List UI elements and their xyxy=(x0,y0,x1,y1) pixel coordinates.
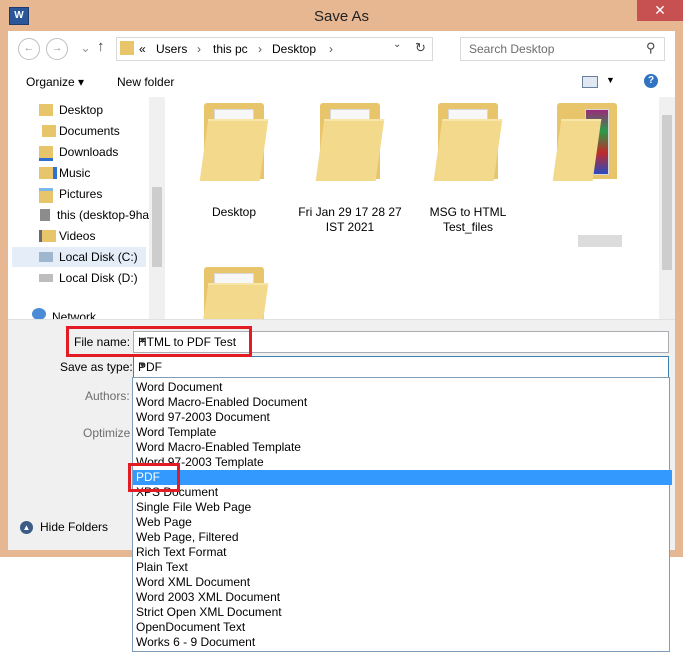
sidebar-item-label: Music xyxy=(59,166,91,180)
folder-icon xyxy=(120,41,134,55)
folder-item[interactable] xyxy=(192,103,276,183)
sidebar-item-local-disk-d[interactable]: Local Disk (D:) xyxy=(12,268,146,288)
dropdown-option[interactable]: Web Page, Filtered xyxy=(133,530,672,545)
window-title: Save As xyxy=(313,8,370,25)
sidebar-item-downloads[interactable]: Downloads xyxy=(12,142,146,162)
hide-folders-button[interactable]: Hide Folders xyxy=(40,520,108,534)
sidebar-item-label: Desktop xyxy=(59,103,104,117)
sidebar-item-desktop[interactable]: Desktop xyxy=(12,100,146,120)
breadcrumb-separator: › xyxy=(258,42,262,56)
authors-label: Authors: xyxy=(85,389,130,403)
blurred-folder-label xyxy=(578,235,622,247)
new-folder-button[interactable]: New folder xyxy=(117,75,174,89)
folder-item[interactable] xyxy=(426,103,510,183)
folder-item[interactable] xyxy=(545,103,629,183)
save-as-type-select[interactable]: PDF ▼ xyxy=(133,356,669,378)
dropdown-option[interactable]: Word 2003 XML Document xyxy=(133,590,672,605)
dropdown-option[interactable]: Plain Text xyxy=(133,560,672,575)
documents-icon xyxy=(39,125,56,137)
back-button[interactable]: ← xyxy=(18,38,40,60)
dropdown-option[interactable]: Word 97-2003 Template xyxy=(133,455,672,470)
sidebar-item-label: Local Disk (D:) xyxy=(59,271,138,285)
network-icon xyxy=(32,308,46,319)
downloads-icon xyxy=(39,146,53,161)
search-input[interactable]: Search Desktop ⚲ xyxy=(460,37,665,61)
dropdown-option[interactable]: Word Macro-Enabled Document xyxy=(133,395,672,410)
folder-content-view: Desktop Fri Jan 29 17 28 27 IST 2021 MSG… xyxy=(165,97,659,345)
dropdown-option[interactable]: Word Macro-Enabled Template xyxy=(133,440,672,455)
breadcrumb-this-pc[interactable]: this pc xyxy=(213,42,248,56)
dropdown-option[interactable]: Strict Open XML Document xyxy=(133,605,672,620)
sidebar-item-this-pc[interactable]: this (desktop-9ha xyxy=(12,205,150,225)
breadcrumb-users[interactable]: Users xyxy=(156,42,187,56)
view-menu-chevron-icon[interactable]: ▼ xyxy=(606,75,615,85)
dropdown-option[interactable]: Single File Web Page xyxy=(133,500,672,515)
dropdown-option[interactable]: Word XML Document xyxy=(133,575,672,590)
view-options-icon[interactable] xyxy=(582,76,598,88)
close-button[interactable]: ✕ xyxy=(637,0,683,21)
computer-icon xyxy=(40,209,50,221)
folder-label: Fri Jan 29 17 28 27 IST 2021 xyxy=(298,205,402,234)
chevron-down-icon[interactable]: ⌄ xyxy=(393,39,401,50)
breadcrumb-prefix: « xyxy=(139,42,146,56)
search-icon[interactable]: ⚲ xyxy=(646,40,656,56)
music-icon xyxy=(39,167,57,179)
navigation-bar: ← → ⌄ ↑ « Users › this pc › Desktop › ⌄ … xyxy=(8,31,675,66)
sidebar-item-local-disk-c[interactable]: Local Disk (C:) xyxy=(12,247,146,267)
organize-button[interactable]: Organize ▾ xyxy=(26,75,84,89)
videos-icon xyxy=(39,230,56,242)
sidebar-item-music[interactable]: Music xyxy=(12,163,146,183)
chevron-down-icon[interactable]: ▼ xyxy=(138,360,664,370)
sidebar-item-documents[interactable]: Documents xyxy=(12,121,146,141)
sidebar-item-label: this (desktop-9ha xyxy=(57,208,150,222)
dropdown-option-selected[interactable]: PDF xyxy=(133,470,672,485)
dropdown-option[interactable]: Rich Text Format xyxy=(133,545,672,560)
command-toolbar: Organize ▾ New folder ▼ ? xyxy=(8,66,675,98)
address-bar[interactable]: « Users › this pc › Desktop › ⌄ ↻ xyxy=(116,37,433,61)
folder-icon xyxy=(39,104,53,116)
browser-area: Desktop Documents Downloads Music Pictur… xyxy=(8,97,675,345)
drive-icon xyxy=(39,252,53,262)
dropdown-option[interactable]: Works 6 - 9 Document xyxy=(133,635,672,650)
sidebar-item-label: Downloads xyxy=(59,145,119,159)
optimize-label: Optimize xyxy=(83,426,131,440)
breadcrumb-desktop[interactable]: Desktop xyxy=(272,42,316,56)
save-as-type-label: Save as type: xyxy=(60,360,133,374)
dropdown-option[interactable]: XPS Document xyxy=(133,485,672,500)
chevron-up-icon[interactable]: ▲ xyxy=(20,521,33,534)
dropdown-option[interactable]: OpenDocument Text xyxy=(133,620,672,635)
up-button[interactable]: ↑ xyxy=(97,38,105,55)
folder-label: Desktop xyxy=(211,205,257,219)
drive-icon xyxy=(39,274,53,282)
sidebar-item-label: Network xyxy=(52,310,97,319)
dropdown-option[interactable]: Word Document xyxy=(133,380,672,395)
sidebar-item-label: Documents xyxy=(59,124,120,138)
recent-chevron-icon[interactable]: ⌄ xyxy=(80,40,91,56)
save-as-type-dropdown-list[interactable]: Word Document Word Macro-Enabled Documen… xyxy=(132,377,672,652)
sidebar-item-label: Pictures xyxy=(59,187,103,201)
breadcrumb-separator: › xyxy=(197,42,201,56)
navigation-pane: Desktop Documents Downloads Music Pictur… xyxy=(8,97,149,319)
sidebar-item-label: Local Disk (C:) xyxy=(59,250,138,264)
sidebar-scrollbar-thumb[interactable] xyxy=(152,187,162,267)
forward-button[interactable]: → xyxy=(46,38,68,60)
dropdown-option[interactable]: Word 97-2003 Document xyxy=(133,410,672,425)
dropdown-option[interactable]: Web Page xyxy=(133,515,672,530)
dropdown-option[interactable]: Word Template xyxy=(133,425,672,440)
breadcrumb-separator: › xyxy=(329,42,333,56)
pictures-icon xyxy=(39,188,53,203)
folder-item[interactable] xyxy=(308,103,392,183)
sidebar-item-network[interactable]: Network xyxy=(12,304,146,319)
pdf-option-highlight xyxy=(128,463,180,492)
search-placeholder: Search Desktop xyxy=(469,42,555,56)
refresh-icon[interactable]: ↻ xyxy=(415,40,426,56)
sidebar-item-pictures[interactable]: Pictures xyxy=(12,184,146,204)
content-scrollbar-thumb[interactable] xyxy=(662,115,672,270)
sidebar-item-label: Videos xyxy=(59,229,96,243)
file-name-highlight xyxy=(66,326,252,357)
help-icon[interactable]: ? xyxy=(644,74,658,88)
folder-label: MSG to HTML Test_files xyxy=(429,205,507,234)
sidebar-item-videos[interactable]: Videos xyxy=(12,226,146,246)
